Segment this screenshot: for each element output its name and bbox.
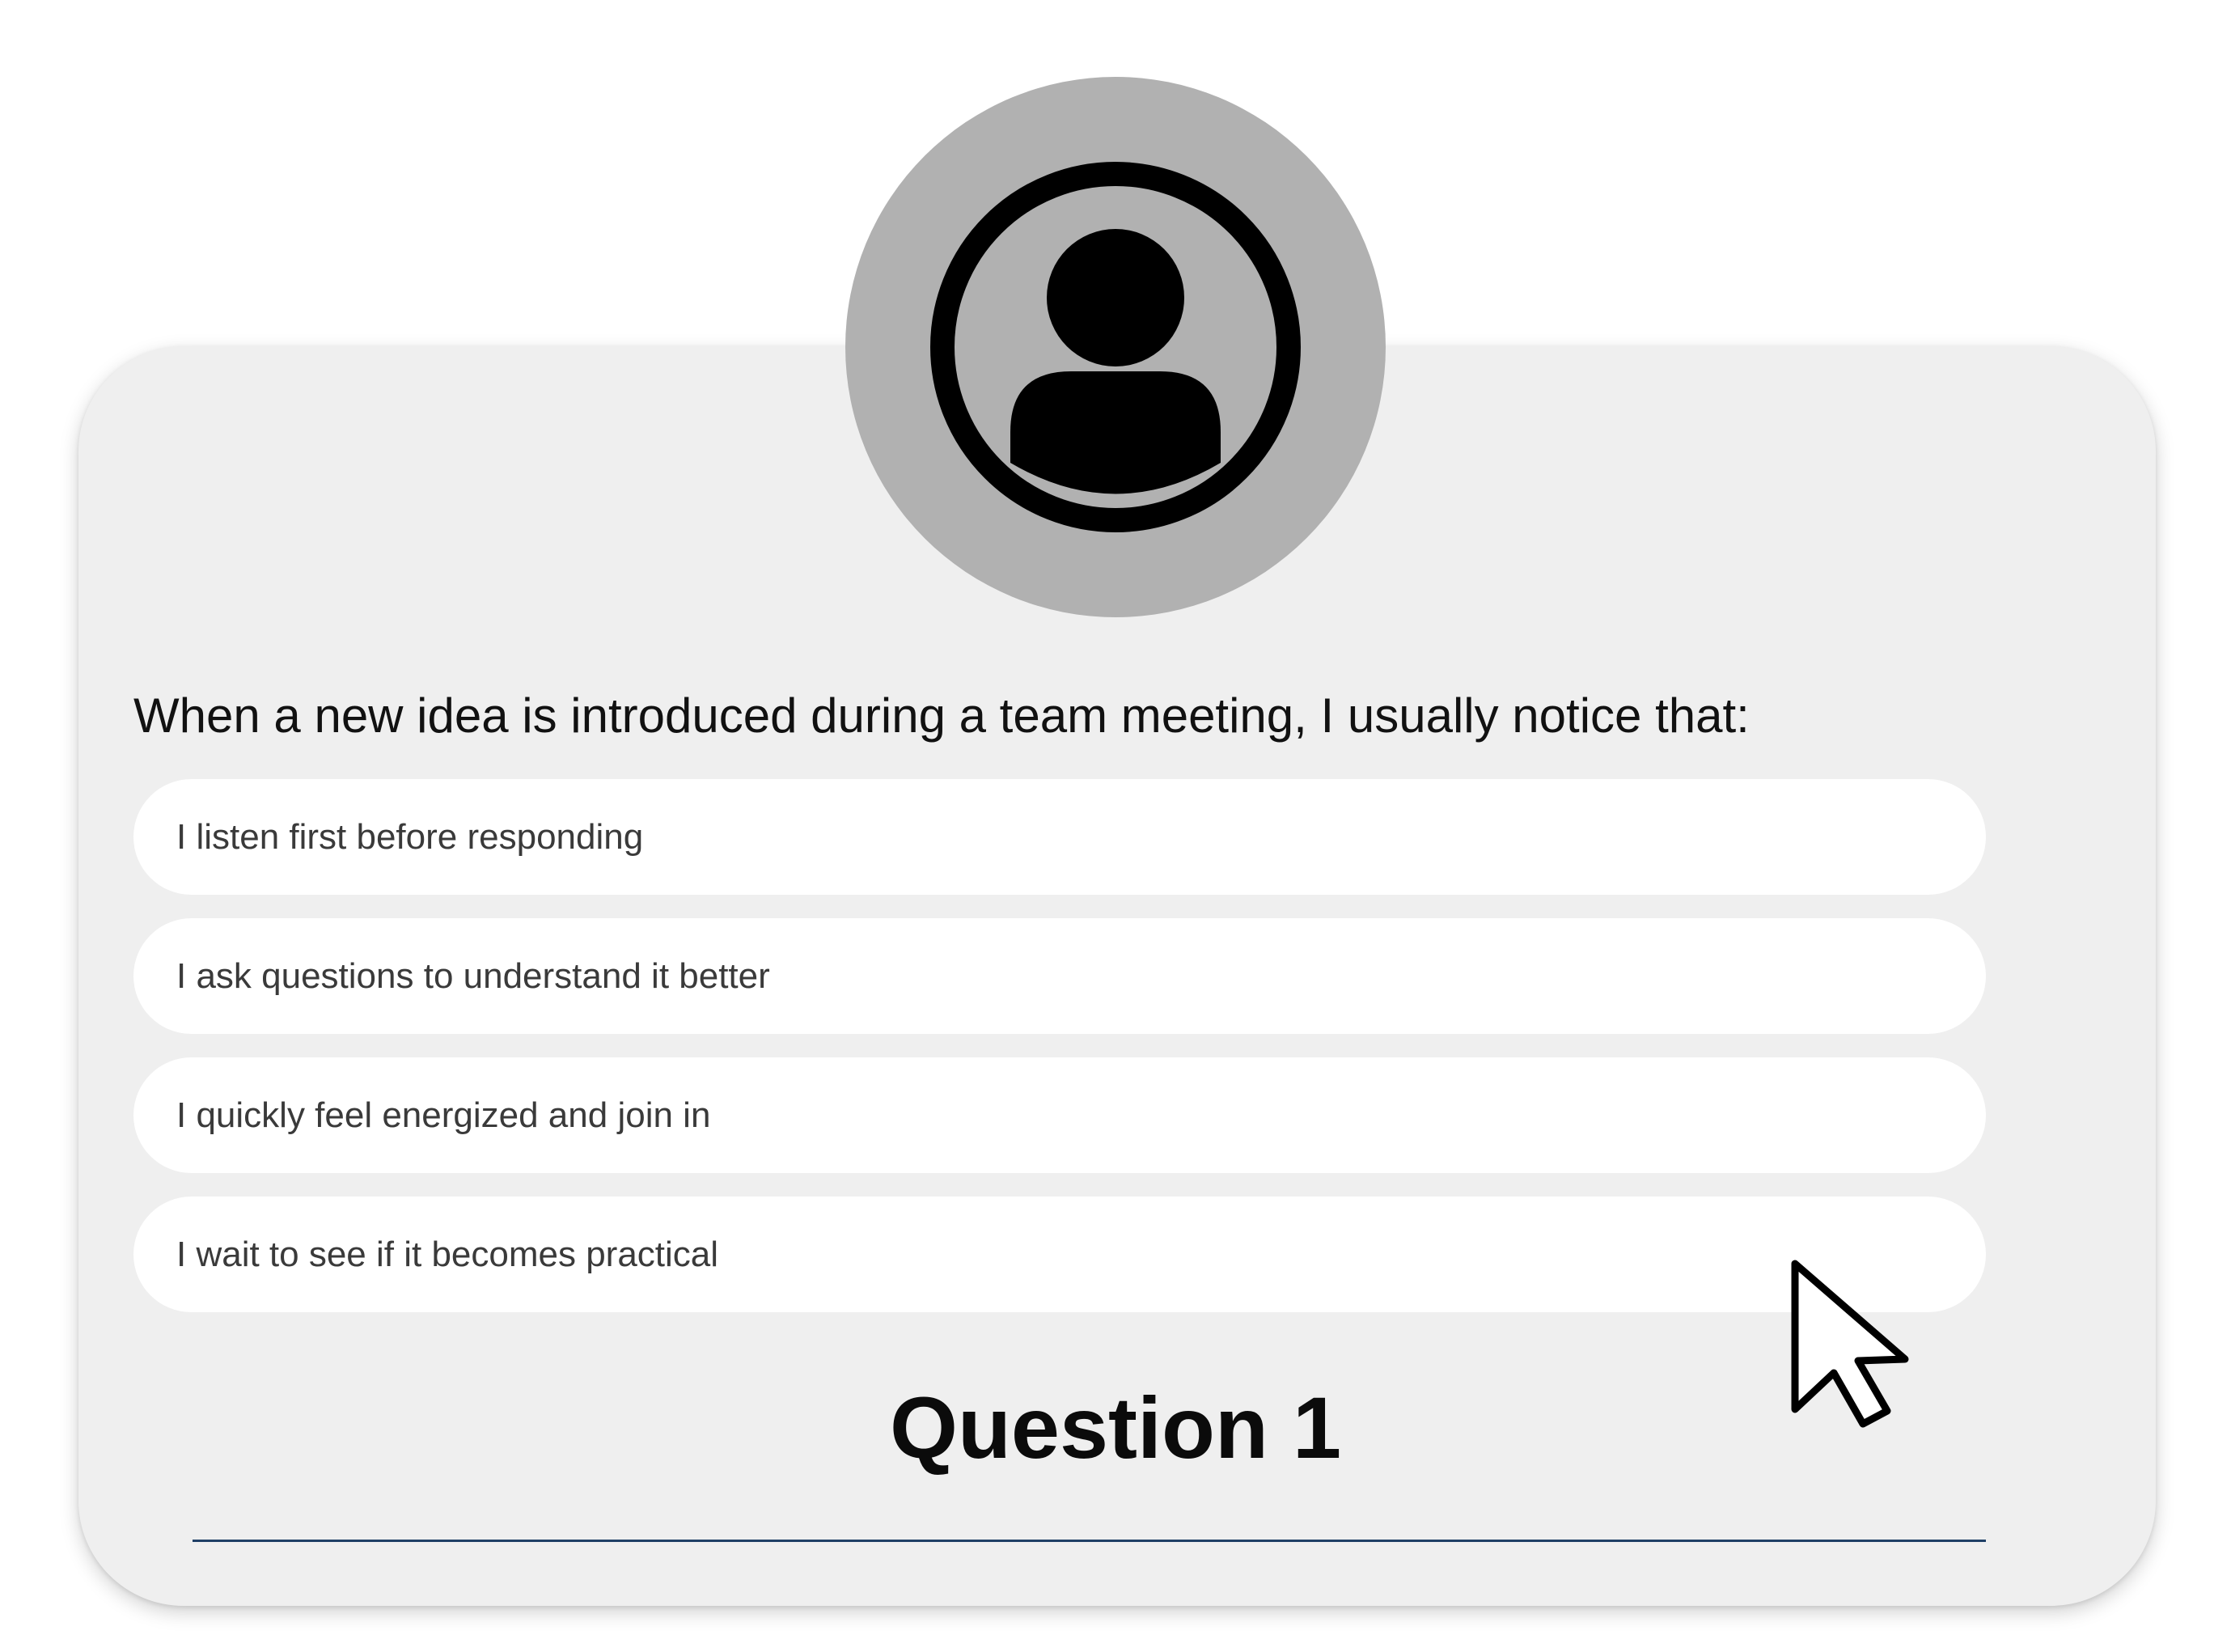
answer-option[interactable]: I wait to see if it becomes practical — [133, 1197, 1986, 1312]
answer-option-label: I listen first before responding — [176, 816, 644, 857]
mouse-pointer-icon — [1791, 1260, 1909, 1428]
avatar — [845, 77, 1386, 617]
answer-option-label: I wait to see if it becomes practical — [176, 1234, 719, 1274]
quiz-screen: When a new idea is introduced during a t… — [0, 0, 2231, 1652]
answer-option-label: I quickly feel energized and join in — [176, 1095, 711, 1135]
answer-option-label: I ask questions to understand it better — [176, 955, 770, 996]
answer-option[interactable]: I listen first before responding — [133, 779, 1986, 895]
mouse-pointer — [1784, 1256, 1913, 1434]
answer-option[interactable]: I quickly feel energized and join in — [133, 1057, 1986, 1173]
question-prompt: When a new idea is introduced during a t… — [133, 688, 1750, 743]
answer-options: I listen first before responding I ask q… — [133, 779, 1986, 1336]
divider — [193, 1540, 1986, 1542]
answer-option[interactable]: I ask questions to understand it better — [133, 918, 1986, 1034]
user-avatar-icon — [930, 162, 1301, 532]
